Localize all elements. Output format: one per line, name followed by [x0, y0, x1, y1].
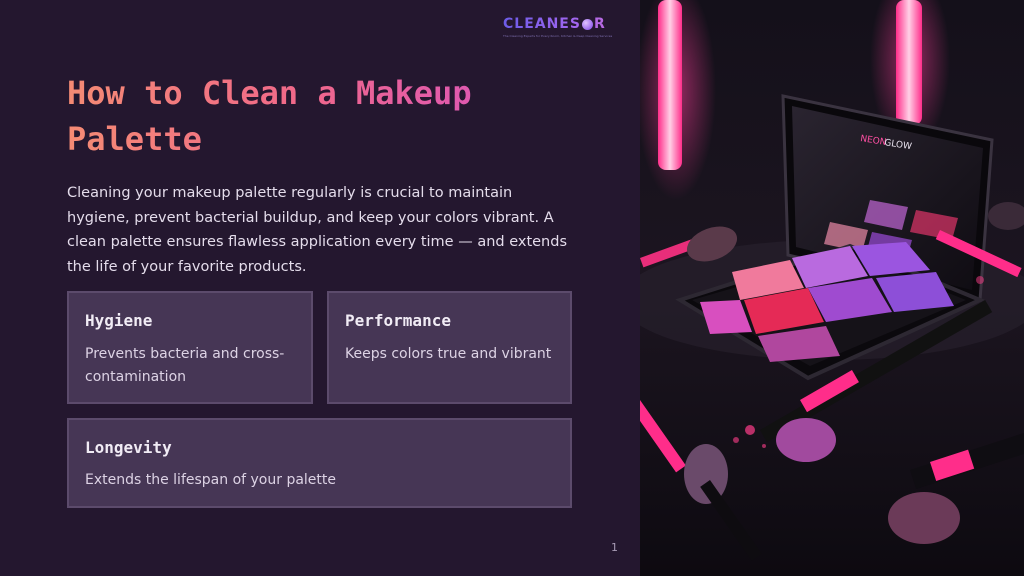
brand-name-left: CLEANES [503, 16, 581, 32]
brand-wordmark: CLEANES R [503, 16, 621, 32]
intro-paragraph: Cleaning your makeup palette regularly i… [67, 185, 568, 275]
brand-name-right: R [593, 16, 606, 32]
brand-logo[interactable]: CLEANES R The Cleaning Experts for Every … [503, 16, 621, 38]
card-text: Extends the lifespan of your palette [85, 472, 337, 488]
makeup-palette-photo: NEON GLOW [640, 0, 1024, 576]
brand-tagline: The Cleaning Experts for Every Room, Kit… [503, 34, 613, 38]
card-text: Keeps colors true and vibrant [345, 346, 552, 362]
slide-title: How to Clean a Makeup Palette [67, 70, 587, 162]
card-title: Performance [345, 311, 451, 330]
card-title: Hygiene [85, 311, 153, 330]
page-number: 1 [611, 541, 618, 554]
globe-icon [581, 18, 593, 30]
content-panel: CLEANES R The Cleaning Experts for Every … [0, 0, 640, 576]
card-longevity: Longevity Extends the lifespan of your p… [67, 418, 572, 508]
neon-light [658, 0, 682, 170]
card-text: Prevents bacteria and cross-contaminatio… [85, 346, 285, 385]
neon-light [896, 0, 922, 125]
palette-illustration: NEON GLOW [640, 0, 1024, 576]
card-performance: Performance Keeps colors true and vibran… [327, 291, 572, 404]
card-title: Longevity [85, 438, 172, 457]
card-hygiene: Hygiene Prevents bacteria and cross-cont… [67, 291, 313, 404]
